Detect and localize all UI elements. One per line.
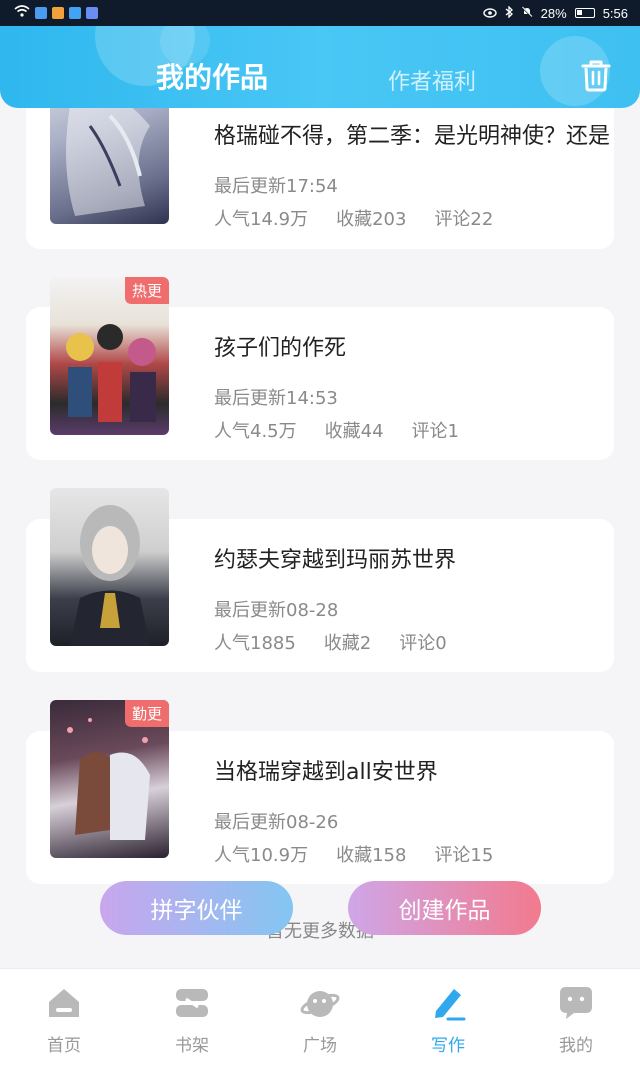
nav-label: 我的 [559, 1036, 593, 1056]
tab-author-welfare[interactable]: 作者福利 [388, 64, 476, 96]
chat-face-icon [560, 987, 592, 1019]
home-icon [49, 989, 79, 1017]
work-cover[interactable]: 热更 [50, 277, 169, 435]
stat-popularity: 人气10.9万 [214, 845, 309, 866]
nav-label: 首页 [47, 1036, 81, 1056]
stat-favorites: 收藏44 [324, 421, 384, 442]
bottom-nav: 首页 书架 广场 写作 我的 [0, 968, 640, 1066]
nav-bookshelf[interactable]: 书架 [128, 969, 256, 1066]
work-stats: 人气4.5万 收藏44 评论1 [214, 417, 459, 443]
clock: 5:56 [602, 5, 628, 21]
eye-icon [482, 6, 497, 21]
work-stats: 人气14.9万 收藏203 评论22 [214, 205, 493, 231]
cover-art-icon [70, 505, 150, 646]
status-icons-right: 28% 5:56 [482, 4, 628, 21]
stat-favorites: 收藏158 [336, 845, 407, 866]
work-last-update: 最后更新14:53 [214, 388, 338, 409]
work-title: 当格瑞穿越到all安世界 [214, 760, 438, 785]
stat-comments: 评论0 [399, 633, 447, 654]
work-stats: 人气10.9万 收藏158 评论15 [214, 841, 493, 867]
work-last-update: 最后更新08-28 [214, 600, 339, 621]
battery-icon [574, 8, 595, 18]
nav-label: 广场 [303, 1036, 337, 1056]
stat-favorites: 收藏203 [336, 209, 407, 230]
app-notification-icon [69, 7, 81, 19]
app-notification-icon [52, 7, 64, 19]
tab-my-works[interactable]: 我的作品 [156, 56, 268, 96]
work-title: 约瑟夫穿越到玛丽苏世界 [214, 548, 457, 573]
stat-popularity: 人气14.9万 [214, 209, 309, 230]
work-last-update: 最后更新17:54 [214, 176, 338, 197]
stat-popularity: 人气1885 [214, 633, 296, 654]
work-last-update: 最后更新08-26 [214, 812, 339, 833]
work-title: 孩子们的作死 [214, 336, 347, 361]
header: 我的作品 作者福利 [0, 26, 640, 108]
work-title: 格瑞碰不得，第二季：是光明神使？还是 [214, 124, 611, 149]
nav-mine[interactable]: 我的 [512, 969, 640, 1066]
no-more-data-text: 暂无更多数据 [266, 921, 374, 942]
app-notification-icon [86, 7, 98, 19]
mute-bell-icon [521, 5, 533, 21]
stat-favorites: 收藏2 [323, 633, 372, 654]
work-tag: 勤更 [124, 700, 169, 727]
stat-comments: 评论1 [411, 421, 459, 442]
nav-home[interactable]: 首页 [0, 969, 128, 1066]
status-icons-left [14, 5, 98, 21]
create-work-button[interactable]: 创建作品 [348, 881, 541, 935]
work-cover[interactable] [50, 488, 169, 646]
stat-popularity: 人气4.5万 [214, 421, 297, 442]
nav-label: 写作 [431, 1036, 465, 1056]
wifi-icon [14, 5, 30, 21]
status-bar: 28% 5:56 [0, 0, 640, 26]
stat-comments: 评论22 [434, 209, 494, 230]
bluetooth-icon [505, 4, 513, 21]
nav-label: 书架 [175, 1036, 209, 1056]
stat-comments: 评论15 [434, 845, 494, 866]
work-tag: 热更 [124, 277, 169, 304]
work-cover[interactable]: 勤更 [50, 700, 169, 858]
app-notification-icon [35, 7, 47, 19]
writing-partner-button[interactable]: 拼字伙伴 [100, 881, 293, 935]
planet-icon [300, 991, 340, 1017]
work-stats: 人气1885 收藏2 评论0 [214, 629, 447, 655]
nav-writing[interactable]: 写作 [384, 969, 512, 1066]
battery-text: 28% [540, 5, 567, 21]
trash-icon[interactable] [580, 58, 612, 92]
bookshelf-icon [176, 989, 208, 1017]
pen-icon [435, 989, 466, 1021]
nav-plaza[interactable]: 广场 [256, 969, 384, 1066]
